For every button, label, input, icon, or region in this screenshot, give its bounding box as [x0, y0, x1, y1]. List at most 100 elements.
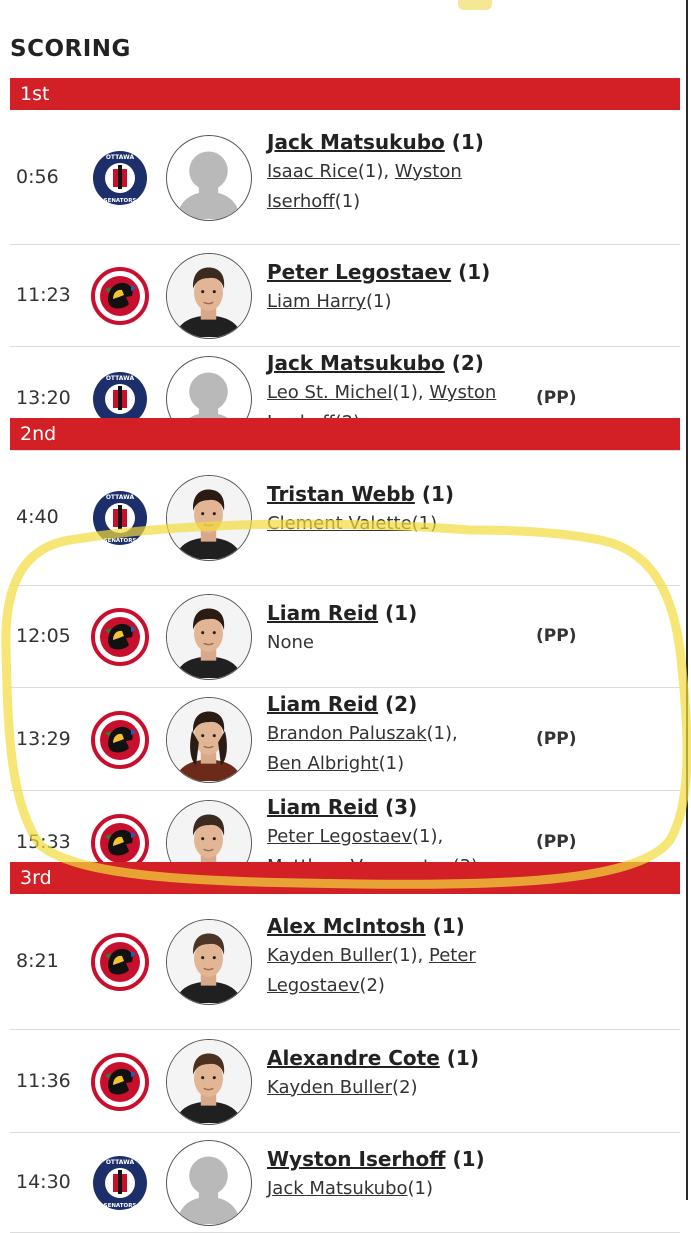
scorer-link[interactable]: Tristan Webb [267, 482, 415, 506]
scorer-goal-count: (1) [446, 1045, 479, 1070]
goal-row: 13:29 Liam Reid (2) Brandon Paluszak(1),… [10, 688, 680, 791]
scorer-link[interactable]: Jack Matsukubo [267, 351, 445, 375]
svg-text:OTTAWA: OTTAWA [106, 494, 135, 501]
section-title: SCORING [10, 36, 131, 62]
assist-player-link[interactable]: Brandon Paluszak [267, 723, 427, 744]
default-avatar-icon[interactable] [166, 134, 252, 221]
assist-count: (1) [378, 752, 405, 774]
assist-count: (1), [392, 945, 429, 966]
highlight-mark [458, 0, 492, 10]
assist-player-link[interactable]: Isaac Rice [267, 161, 358, 182]
power-play-badge: (PP) [536, 831, 577, 852]
svg-text:SENATORS: SENATORS [104, 1203, 137, 1209]
goal-scorer: Wyston Iserhoff (1) [267, 1147, 485, 1171]
assist-player-link[interactable]: Clement Valette [267, 513, 412, 534]
goal-row: 12:05 Liam Reid (1) None (PP) [10, 586, 680, 688]
goal-time: 13:29 [16, 727, 71, 750]
goal-row: 4:40 OTTAWA SENATORS Tristan Webb (1) Cl… [10, 450, 680, 586]
period-header-2nd: 2nd [10, 418, 680, 450]
assist-player-link[interactable]: Jack Matsukubo [267, 1178, 408, 1199]
goal-scorer: Jack Matsukubo (1) [267, 130, 484, 154]
svg-text:SENATORS: SENATORS [104, 538, 137, 544]
goal-time: 14:30 [16, 1171, 71, 1193]
scorer-link[interactable]: Alexandre Cote [267, 1046, 440, 1070]
assist-player-link[interactable]: Leo St. Michel [267, 382, 392, 403]
player-photo[interactable] [166, 919, 252, 1005]
scorer-link[interactable]: Jack Matsukubo [267, 130, 445, 154]
scorer-link[interactable]: Liam Reid [267, 601, 378, 625]
assist-count: (1) [407, 1178, 434, 1199]
goal-scorer: Liam Reid (1) [267, 601, 417, 625]
goal-scorer: Peter Legostaev (1) [267, 260, 490, 284]
ottawa-senators-logo-icon: OTTAWA SENATORS [91, 149, 149, 207]
assists-line: Legostaev(2) [267, 971, 527, 1001]
assist-count: None [267, 632, 314, 653]
scorer-goal-count: (1) [458, 260, 491, 284]
scorer-link[interactable]: Wyston Iserhoff [267, 1147, 445, 1171]
default-avatar-icon[interactable] [166, 1140, 252, 1226]
assists-line: Leo St. Michel(1), Wyston [267, 378, 527, 408]
player-photo[interactable] [166, 594, 252, 680]
player-photo[interactable] [166, 475, 252, 561]
assists: Clement Valette(1) [267, 509, 527, 539]
svg-text:OTTAWA: OTTAWA [106, 375, 135, 382]
scorer-link[interactable]: Liam Reid [267, 795, 378, 819]
scorer-link[interactable]: Peter Legostaev [267, 260, 451, 284]
assist-count: (2) [392, 1076, 418, 1098]
power-play-badge: (PP) [536, 626, 577, 646]
svg-text:OTTAWA: OTTAWA [106, 154, 135, 161]
assist-count: (2) [359, 975, 385, 996]
assist-count: (1), [392, 382, 430, 403]
goal-scorer: Tristan Webb (1) [267, 482, 454, 506]
svg-text:OTTAWA: OTTAWA [106, 1159, 135, 1166]
goal-row: 0:56 OTTAWA SENATORS Jack Matsukubo (1) … [10, 110, 680, 245]
blackhawks-logo-icon [91, 267, 149, 325]
assists-line: Kayden Buller(2) [267, 1073, 527, 1103]
player-photo[interactable] [166, 1038, 252, 1125]
assist-player-link[interactable]: Wyston [395, 161, 462, 182]
assist-player-link[interactable]: Peter Legostaev [267, 826, 412, 847]
scorer-link[interactable]: Alex McIntosh [267, 914, 426, 938]
goal-time: 13:20 [16, 387, 71, 409]
player-photo[interactable] [166, 253, 252, 339]
assist-player-link[interactable]: Legostaev [267, 975, 359, 996]
assists: Kayden Buller(2) [267, 1073, 527, 1103]
svg-text:SENATORS: SENATORS [104, 198, 137, 204]
page-edge-border [686, 0, 688, 1200]
goal-scorer: Alexandre Cote (1) [267, 1046, 479, 1070]
goal-scorer: Liam Reid (2) [267, 692, 417, 716]
blackhawks-logo-icon [91, 710, 149, 769]
assists-line: Ben Albright(1) [267, 749, 527, 779]
assist-count: (1), [411, 825, 444, 847]
scorer-goal-count: (1) [452, 1147, 485, 1171]
assist-player-link[interactable]: Wyston [429, 382, 496, 403]
blackhawks-logo-icon [91, 1052, 149, 1111]
assists: Isaac Rice(1), Wyston Iserhoff(1) [267, 157, 527, 217]
goal-row: 11:23 Peter Legostaev (1) Liam Harry(1) [10, 245, 680, 347]
goal-time: 4:40 [16, 506, 59, 528]
ottawa-senators-logo-icon: OTTAWA SENATORS [91, 1154, 149, 1212]
assist-player-link[interactable]: Ben Albright [267, 753, 379, 774]
assist-player-link[interactable]: Peter [429, 945, 476, 966]
assists-line: None [267, 628, 527, 658]
goal-scorer: Jack Matsukubo (2) [267, 351, 484, 375]
goal-time: 12:05 [16, 625, 71, 647]
player-photo[interactable] [166, 696, 252, 783]
goal-time: 11:36 [16, 1069, 71, 1092]
assist-player-link[interactable]: Iserhoff [267, 191, 335, 212]
scorer-goal-count: (2) [451, 351, 484, 375]
assist-player-link[interactable]: Liam Harry [267, 291, 366, 312]
assist-count: (1) [334, 190, 361, 212]
assists-line: Peter Legostaev(1), [267, 822, 527, 852]
assist-count: (1), [357, 160, 395, 182]
goal-row: 8:21 Alex McIntosh (1) Kayden Buller(1),… [10, 894, 680, 1030]
assists: Liam Harry(1) [267, 287, 527, 317]
assists-line: Liam Harry(1) [267, 287, 527, 317]
assists: None [267, 628, 527, 658]
assist-player-link[interactable]: Kayden Buller [267, 945, 392, 966]
scorer-goal-count: (1) [451, 129, 484, 154]
scorer-link[interactable]: Liam Reid [267, 692, 378, 716]
assist-player-link[interactable]: Kayden Buller [267, 1077, 392, 1098]
assists: Brandon Paluszak(1), Ben Albright(1) [267, 719, 527, 779]
assists-line: Iserhoff(1) [267, 187, 527, 217]
